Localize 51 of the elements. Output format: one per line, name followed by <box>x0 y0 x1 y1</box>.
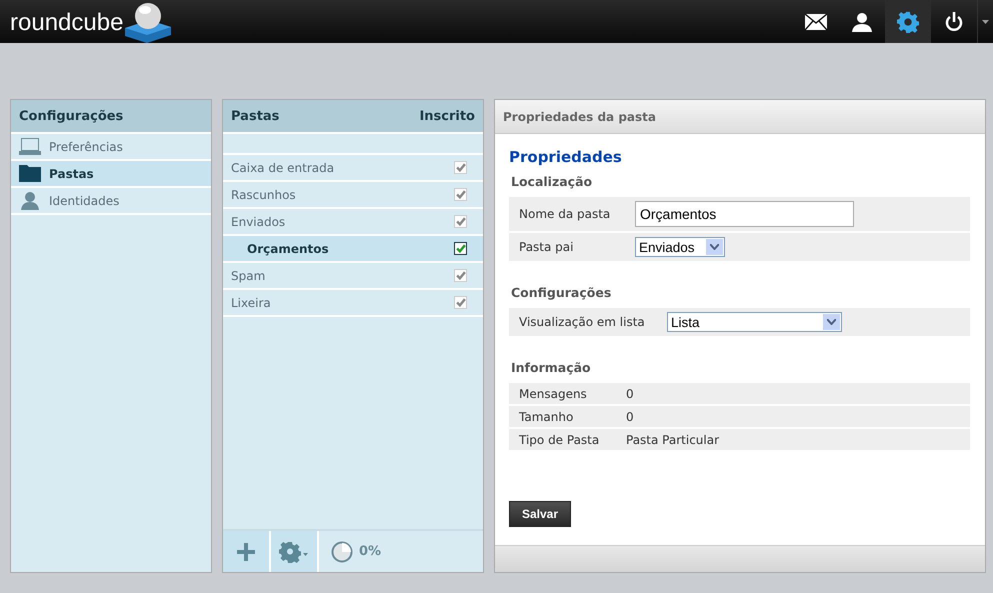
quota-pie-icon <box>331 540 353 562</box>
folder-name: Enviados <box>231 214 286 228</box>
field-label: Pasta pai <box>519 240 574 254</box>
chevron-down-icon <box>710 244 719 250</box>
dropdown-select[interactable]: Enviados <box>635 237 725 257</box>
folder-icon <box>19 165 41 182</box>
field-label: Visualização em lista <box>519 315 646 329</box>
logo-text: roundcube <box>10 9 124 37</box>
nav-item-label: Preferências <box>49 140 123 154</box>
chevron-down-icon <box>827 319 836 325</box>
info-value: Pasta Particular <box>626 432 720 446</box>
section-title: Configurações <box>511 285 612 300</box>
folder-name: Spam <box>231 268 266 282</box>
quota-text: 0% <box>359 544 382 559</box>
settings-nav-item[interactable]: Pastas <box>11 161 211 188</box>
folder-name: Orçamentos <box>247 242 329 256</box>
info-value: 0 <box>626 386 634 400</box>
section-title: Informação <box>511 360 592 375</box>
field-label: Nome da pasta <box>519 207 612 221</box>
panel-title: Pastas <box>231 108 280 124</box>
panel-title: Propriedades da pasta <box>503 110 656 124</box>
nav-item-label: Identidades <box>49 194 120 208</box>
column-header: Inscrito <box>419 108 475 124</box>
user-icon <box>852 12 872 32</box>
folder-name: Caixa de entrada <box>231 160 334 174</box>
settings-icon <box>897 10 919 32</box>
power-icon <box>945 12 963 32</box>
info-value: 0 <box>626 410 634 424</box>
gear-icon <box>279 540 309 562</box>
field-label: Tipo de Pasta <box>519 432 600 446</box>
nav-item-label: Pastas <box>49 166 94 180</box>
laptop-icon <box>19 138 41 155</box>
add-folder-button[interactable] <box>223 531 271 572</box>
field-label: Mensagens <box>519 386 588 400</box>
panel-title: Configurações <box>19 108 124 124</box>
cube-logo-icon <box>123 0 174 43</box>
settings-nav-item[interactable]: Identidades <box>11 188 211 215</box>
section-title: Localização <box>511 174 594 189</box>
folder-name-field[interactable]: Orçamentos <box>635 201 854 227</box>
folder-actions-button[interactable] <box>271 531 319 572</box>
field-label: Tamanho <box>519 410 574 424</box>
plus-icon <box>237 542 255 560</box>
settings-nav-button[interactable] <box>885 0 931 43</box>
dropdown-select[interactable]: Lista <box>667 312 842 332</box>
mail-icon <box>805 14 827 30</box>
properties-heading: Propriedades <box>509 148 623 166</box>
person-icon <box>19 192 41 210</box>
save-button[interactable]: Salvar <box>509 501 572 527</box>
folder-name: Lixeira <box>231 296 271 310</box>
folder-name: Rascunhos <box>231 188 296 202</box>
caret-icon[interactable] <box>982 20 989 24</box>
